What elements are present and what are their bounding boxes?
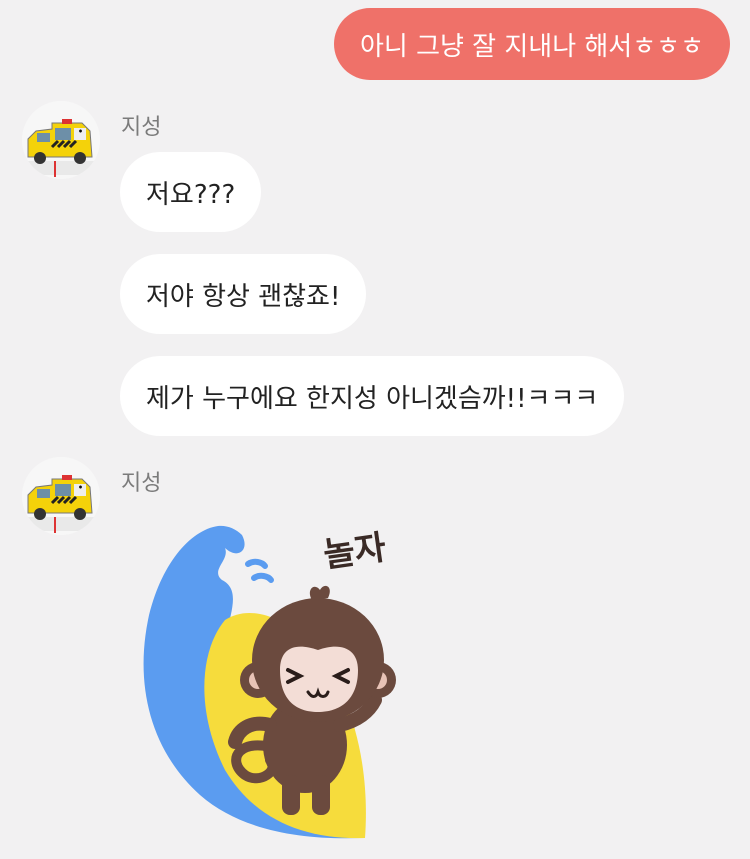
outgoing-message-bubble[interactable]: 아니 그냥 잘 지내나 해서ㅎㅎㅎ — [333, 8, 730, 80]
sticker-text: 놀자 — [321, 528, 389, 576]
sender-name: 지성 — [121, 115, 162, 140]
incoming-message-bubble[interactable]: 저야 항상 괜찮죠! — [120, 254, 367, 334]
incoming-message-text: 저요??? — [146, 179, 236, 210]
sender-avatar[interactable] — [22, 457, 100, 535]
sender-name: 지성 — [121, 471, 162, 496]
incoming-message-text: 제가 누구에요 한지성 아니겠슴까!!ㅋㅋㅋ — [146, 383, 599, 414]
incoming-message-bubble[interactable]: 저요??? — [120, 152, 262, 232]
ambulance-toy-icon — [22, 101, 100, 179]
outgoing-message-text: 아니 그냥 잘 지내나 해서ㅎㅎㅎ — [359, 31, 704, 62]
incoming-message-bubble[interactable]: 제가 누구에요 한지성 아니겠슴까!!ㅋㅋㅋ — [120, 356, 625, 436]
sender-avatar[interactable] — [22, 101, 100, 179]
surfing-monkey-sticker[interactable]: 놀자 — [130, 520, 420, 845]
ambulance-toy-icon — [22, 457, 100, 535]
incoming-message-text: 저야 항상 괜찮죠! — [146, 281, 341, 312]
